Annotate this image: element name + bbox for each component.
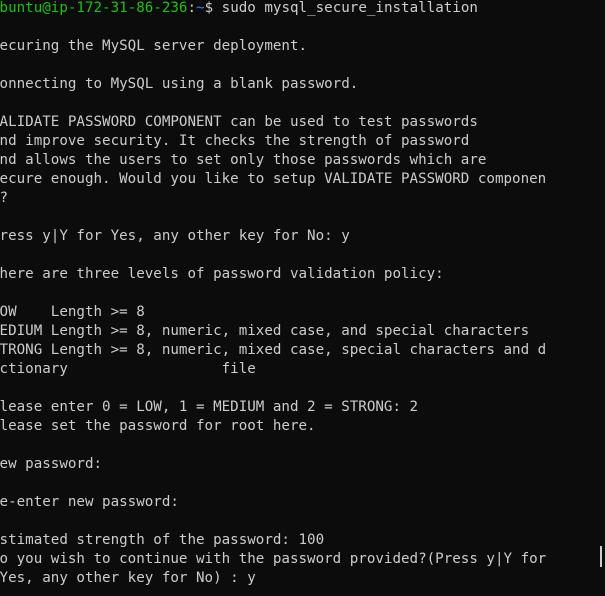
prompt-line: ubuntu@ip-172-31-86-236:~$ sudo mysql_se… — [0, 0, 546, 18]
output-line: Yes, any other key for No) : y — [0, 570, 256, 586]
output-line: and improve security. It checks the stre… — [0, 133, 470, 149]
output-line: MEDIUM Length >= 8, numeric, mixed case,… — [0, 323, 530, 339]
prompt-user-host: ubuntu@ip-172-31-86-236 — [0, 0, 188, 16]
output-line: Please set the password for root here. — [0, 418, 316, 434]
output-line: STRONG Length >= 8, numeric, mixed case,… — [0, 342, 547, 358]
output-line: secure enough. Would you like to setup V… — [0, 171, 547, 187]
prompt-separator: : — [187, 0, 197, 16]
output-line: Press y|Y for Yes, any other key for No:… — [0, 228, 350, 244]
output-line: t? — [0, 190, 9, 206]
output-line: Securing the MySQL server deployment. — [0, 38, 308, 54]
prompt-command: sudo mysql_secure_installation — [221, 0, 478, 16]
output-line: Please enter 0 = LOW, 1 = MEDIUM and 2 =… — [0, 399, 419, 415]
output-line: Estimated strength of the password: 100 — [0, 532, 325, 548]
terminal-output: ubuntu@ip-172-31-86-236:~$ sudo mysql_se… — [0, 0, 546, 588]
output-line: There are three levels of password valid… — [0, 266, 444, 282]
output-line: Re-enter new password: — [0, 494, 179, 510]
prompt-symbol: $ — [204, 0, 222, 16]
terminal-window[interactable]: ubuntu@ip-172-31-86-236:~$ sudo mysql_se… — [0, 0, 605, 596]
scrollbar-thumb[interactable] — [600, 546, 602, 567]
output-line: ictionary file — [0, 361, 256, 377]
output-line: Do you wish to continue with the passwor… — [0, 551, 547, 567]
output-line: and allows the users to set only those p… — [0, 152, 487, 168]
output-line: LOW Length >= 8 — [0, 304, 145, 320]
output-line: Connecting to MySQL using a blank passwo… — [0, 76, 359, 92]
output-line: VALIDATE PASSWORD COMPONENT can be used … — [0, 114, 478, 130]
output-line: New password: — [0, 456, 103, 472]
prompt-path: ~ — [196, 0, 205, 16]
